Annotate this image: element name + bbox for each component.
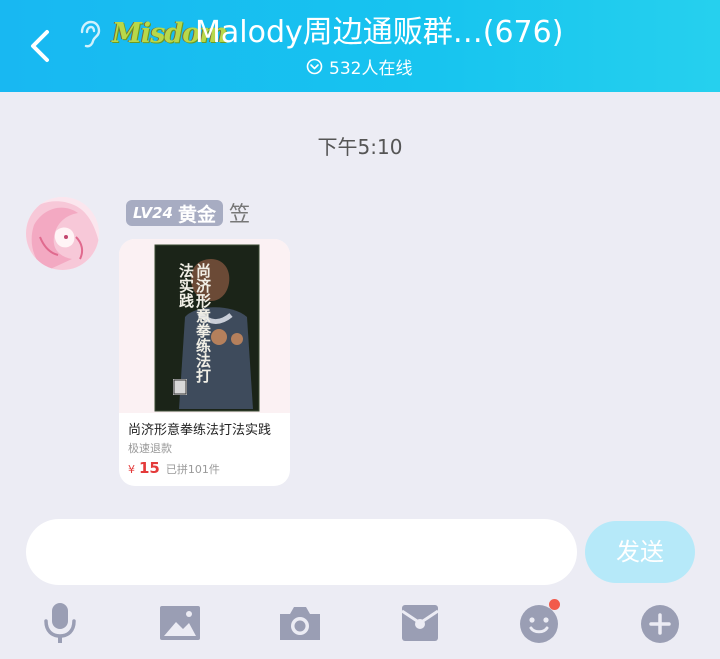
- message-input[interactable]: [26, 519, 577, 585]
- camera-icon: [280, 607, 320, 640]
- product-name: 尚济形意拳练法打法实践: [128, 423, 272, 438]
- product-price-row: ¥ 15 已拼101件: [128, 459, 220, 477]
- ear-icon[interactable]: [76, 20, 102, 50]
- group-title[interactable]: Malody周边通贩群…(676): [195, 14, 563, 52]
- plus-icon: [641, 605, 679, 643]
- badge-level: LV24: [133, 204, 173, 222]
- bottom-toolbar: [0, 597, 720, 649]
- send-button[interactable]: 发送: [585, 521, 695, 583]
- avatar-image: [26, 197, 99, 270]
- back-arrow-icon[interactable]: [26, 28, 56, 64]
- online-count-text: 532人在线: [329, 58, 413, 79]
- level-badge: LV24 黄金: [126, 200, 223, 226]
- voice-button[interactable]: [35, 599, 85, 647]
- book-cover-title: 尚济形意拳练法打法实践: [177, 263, 211, 383]
- notification-dot: [549, 599, 560, 610]
- product-card[interactable]: 尚济形意拳练法打法实践 尚济形意拳练法打法实践 极速退款 ¥ 15 已拼101件: [119, 239, 290, 486]
- product-image: 尚济形意拳练法打法实践: [119, 239, 290, 413]
- currency-symbol: ¥: [128, 463, 135, 476]
- image-button[interactable]: [155, 599, 205, 647]
- chevron-down-circle-icon: [306, 58, 323, 74]
- red-packet-icon: [401, 605, 439, 641]
- more-button[interactable]: [635, 599, 685, 647]
- red-packet-button[interactable]: [395, 599, 445, 647]
- camera-button[interactable]: [275, 599, 325, 647]
- microphone-icon: [44, 603, 76, 643]
- badge-rank: 黄金: [177, 203, 216, 226]
- sender-info: LV24 黄金 笠: [126, 198, 250, 228]
- image-icon: [160, 606, 200, 640]
- message-timestamp: 下午5:10: [317, 135, 403, 159]
- chat-header: Misdom Malody周边通贩群…(676) 532人在线: [0, 0, 720, 92]
- sender-name[interactable]: 笠: [229, 198, 250, 228]
- emoji-button[interactable]: [515, 599, 565, 647]
- sender-avatar[interactable]: [26, 197, 99, 270]
- product-price: 15: [139, 459, 160, 477]
- sold-count: 已拼101件: [165, 463, 220, 476]
- product-refund-tag: 极速退款: [128, 442, 172, 455]
- online-count[interactable]: 532人在线: [306, 55, 413, 79]
